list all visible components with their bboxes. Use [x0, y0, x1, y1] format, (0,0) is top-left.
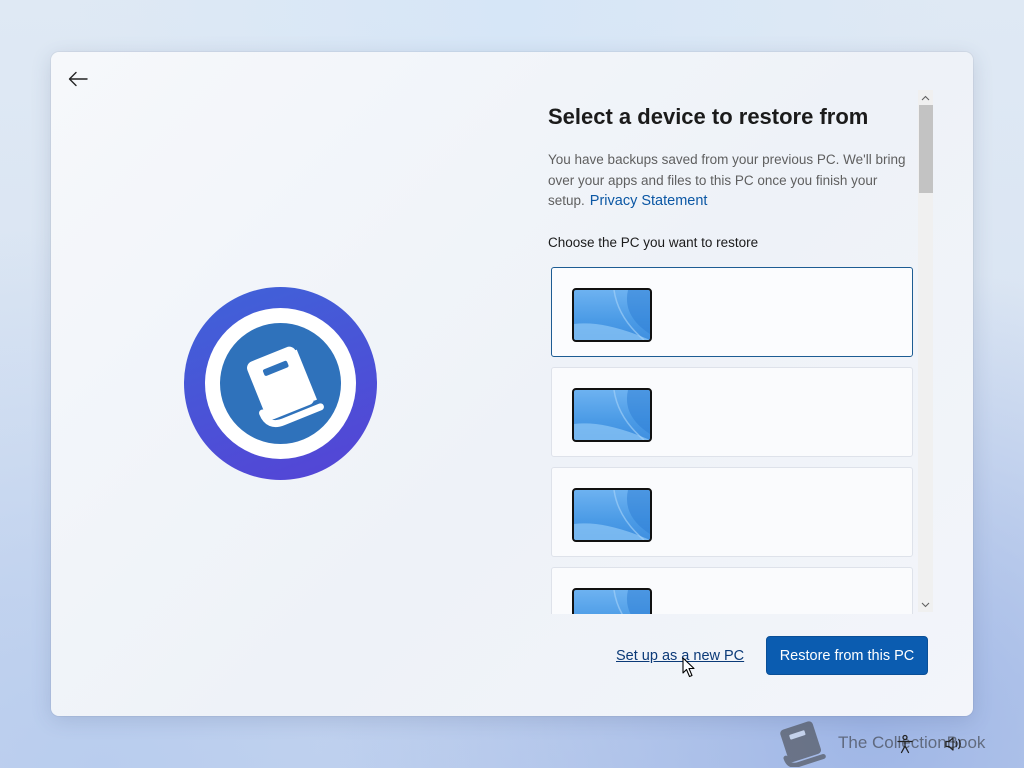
- setup-window: Select a device to restore from You have…: [51, 52, 973, 716]
- device-card-3[interactable]: [551, 467, 913, 557]
- pc-thumbnail: [572, 488, 652, 542]
- hero-illustration: [184, 287, 377, 480]
- page-title: Select a device to restore from: [548, 104, 869, 129]
- pc-thumbnail: [572, 288, 652, 342]
- accessibility-icon[interactable]: [896, 734, 914, 754]
- scrollbar-thumb[interactable]: [919, 105, 933, 193]
- choose-pc-label: Choose the PC you want to restore: [548, 235, 759, 250]
- vertical-scrollbar[interactable]: [918, 90, 933, 612]
- device-card-2[interactable]: [551, 367, 913, 457]
- mouse-pointer-icon: [682, 657, 695, 678]
- pc-thumbnail: [572, 388, 652, 442]
- privacy-statement-link[interactable]: Privacy Statement: [590, 193, 708, 209]
- watermark: The CollectionBook: [772, 719, 1012, 767]
- scroll-up-button[interactable]: [918, 90, 933, 105]
- chevron-up-icon: [921, 95, 930, 100]
- device-card-1[interactable]: [551, 267, 913, 357]
- restore-from-this-pc-button[interactable]: Restore from this PC: [766, 636, 928, 675]
- book-icon: [246, 346, 324, 427]
- scroll-down-button[interactable]: [918, 597, 933, 612]
- book-logo-icon: [780, 721, 826, 767]
- chevron-down-icon: [921, 602, 930, 607]
- set-up-as-new-pc-link[interactable]: Set up as a new PC: [616, 648, 744, 664]
- description: You have backups saved from your previou…: [548, 150, 920, 212]
- device-list[interactable]: [550, 266, 916, 614]
- pc-thumbnail: [572, 588, 652, 614]
- back-button[interactable]: [65, 66, 91, 92]
- volume-icon[interactable]: [944, 734, 964, 754]
- back-arrow-icon: [68, 71, 88, 87]
- device-card-4[interactable]: [551, 567, 913, 614]
